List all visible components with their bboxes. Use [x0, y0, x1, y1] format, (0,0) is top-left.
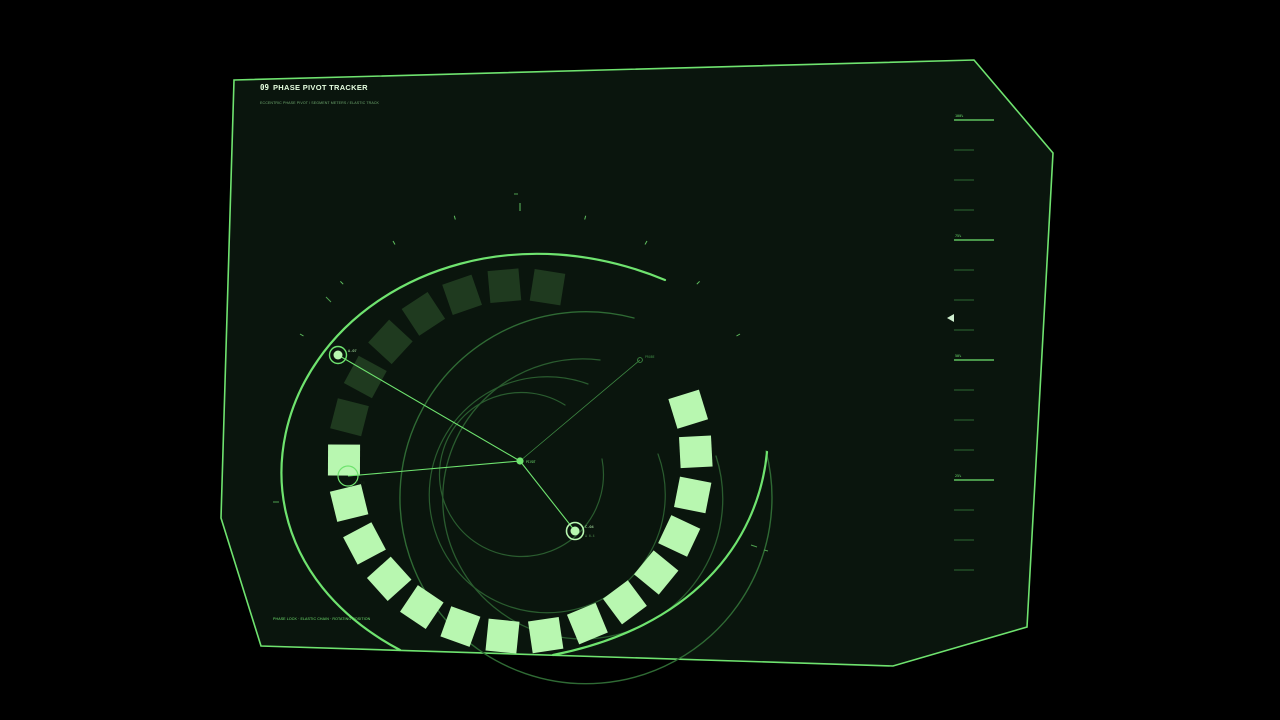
node-c-label: C-04 — [585, 525, 594, 529]
scale-mark-label: 25% — [955, 474, 961, 478]
pivot-center-label: PIVOT — [526, 460, 536, 464]
phase-pivot-tracker-hud: 09 PHASE PIVOT TRACKER ECCENTRIC PHASE P… — [220, 59, 1054, 685]
panel-subtitle: ECCENTRIC PHASE PIVOT / SEGMENT METERS /… — [260, 101, 380, 105]
node-probe-label: PROBE — [645, 355, 655, 359]
segment-active — [528, 617, 564, 654]
segment-inactive — [529, 268, 566, 306]
node-b-label: B-13 — [356, 481, 365, 485]
scale-mark-label: 100% — [955, 114, 963, 118]
panel-title: PHASE PIVOT TRACKER — [273, 83, 368, 92]
panel-footer: PHASE LOCK · ELASTIC CHAIN · ROTATING PO… — [273, 617, 371, 621]
scale-mark-label: 50% — [955, 354, 961, 358]
node-a-label: A-07 — [348, 349, 357, 353]
segment-inactive — [487, 268, 522, 304]
segment-active — [485, 618, 520, 654]
segment-active — [679, 435, 713, 469]
segment-active — [327, 444, 361, 476]
segment-active — [674, 476, 712, 514]
panel-index: 09 — [260, 83, 270, 92]
scale-mark-label: 75% — [955, 234, 961, 238]
node-c-sublabel: Δ 0.4 — [585, 534, 595, 538]
